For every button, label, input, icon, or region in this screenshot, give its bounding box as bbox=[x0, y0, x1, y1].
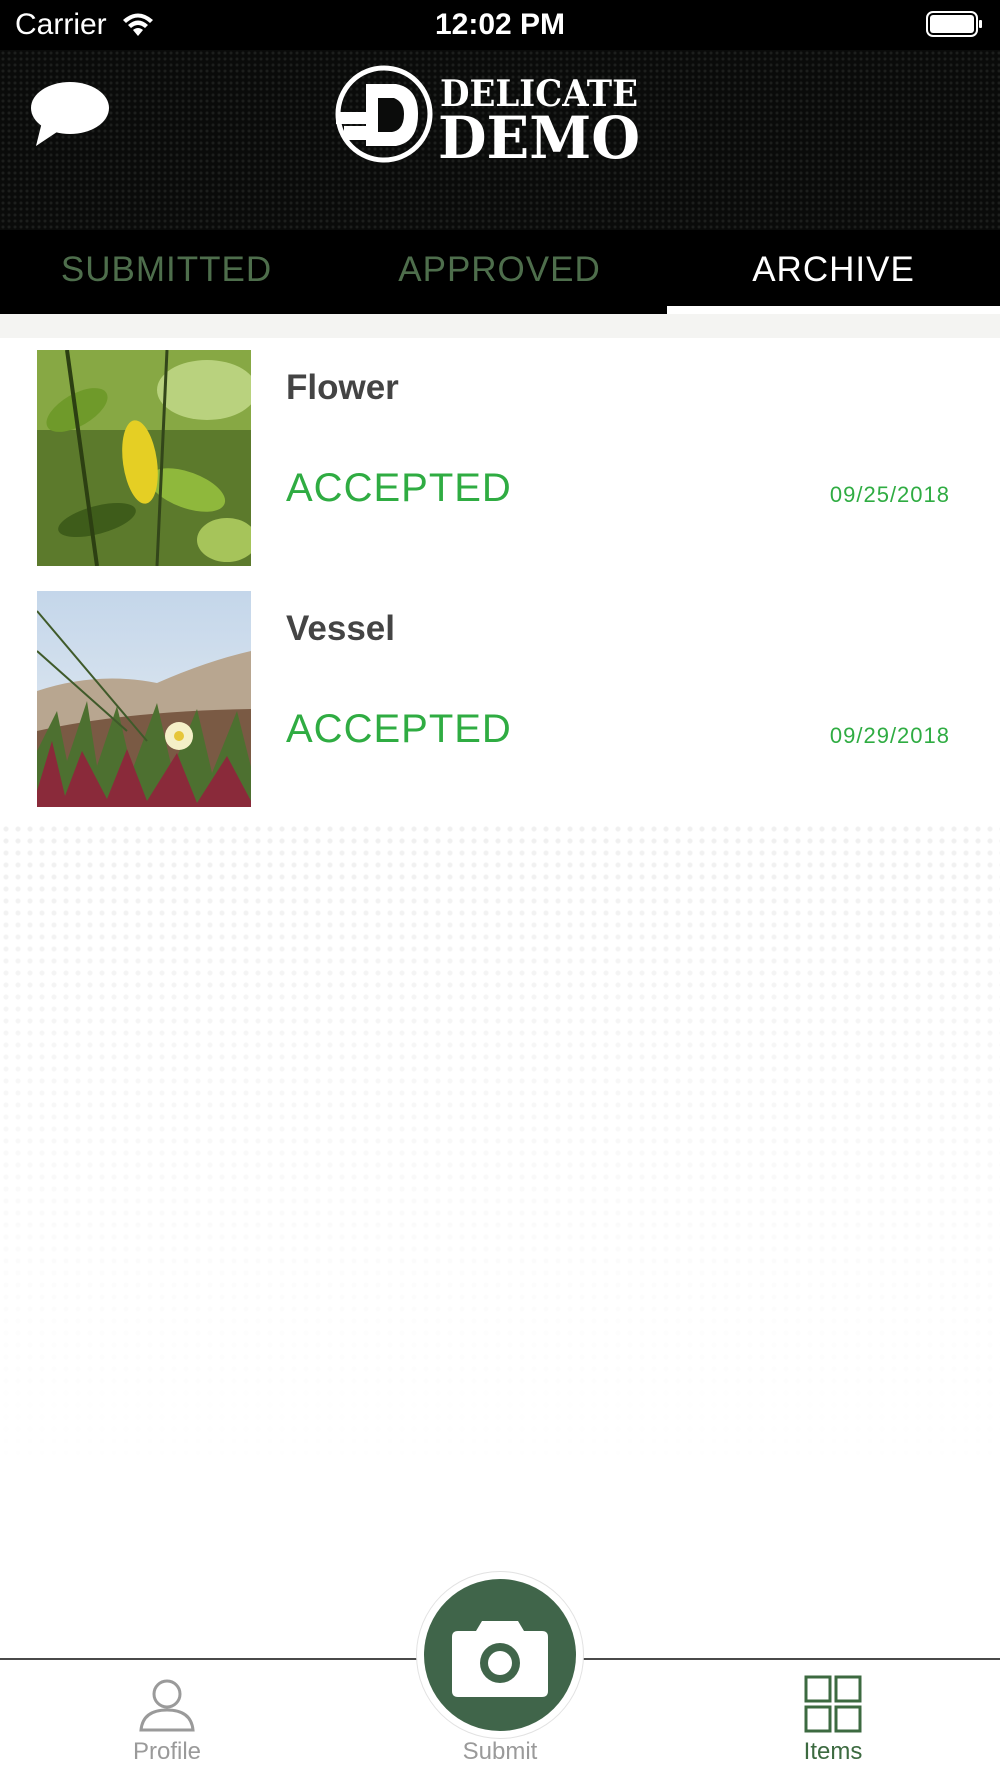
camera-icon bbox=[452, 1621, 548, 1697]
status-bar: Carrier 12:02 PM bbox=[0, 0, 1000, 50]
app-header: DELICATE DEMO bbox=[0, 50, 1000, 230]
item-title: Vessel bbox=[286, 609, 395, 648]
segment-tabs: SUBMITTED APPROVED ARCHIVE bbox=[0, 230, 1000, 314]
active-tab-indicator bbox=[667, 306, 1000, 314]
app-screen: Carrier 12:02 PM DELICATE DEMO SUBMITTED… bbox=[0, 0, 1000, 1778]
item-title: Flower bbox=[286, 368, 399, 407]
list-item[interactable]: Flower ACCEPTED 09/25/2018 bbox=[0, 338, 1000, 578]
item-status: ACCEPTED bbox=[286, 707, 512, 751]
chat-bubble-icon[interactable] bbox=[28, 78, 112, 148]
empty-list-area bbox=[0, 823, 1000, 1658]
delicate-demo-logo: DELICATE DEMO bbox=[335, 65, 640, 164]
item-status: ACCEPTED bbox=[286, 466, 512, 510]
status-time: 12:02 PM bbox=[434, 8, 566, 41]
item-date: 09/25/2018 bbox=[829, 482, 950, 507]
list-divider bbox=[0, 314, 1000, 338]
grid-icon bbox=[804, 1675, 862, 1733]
person-icon bbox=[139, 1679, 195, 1732]
leaves-photo bbox=[37, 350, 251, 566]
item-date: 09/29/2018 bbox=[829, 723, 950, 748]
item-thumbnail bbox=[37, 350, 251, 566]
tab-items[interactable]: Items bbox=[733, 1674, 933, 1778]
list-item[interactable]: Vessel ACCEPTED 09/29/2018 bbox=[0, 579, 1000, 819]
battery-icon bbox=[926, 11, 982, 37]
tab-submitted[interactable]: SUBMITTED bbox=[0, 230, 333, 308]
dune-flower-photo bbox=[37, 591, 251, 807]
submit-camera-button[interactable] bbox=[424, 1579, 576, 1731]
tab-profile[interactable]: Profile bbox=[67, 1674, 267, 1778]
tab-profile-label: Profile bbox=[132, 1738, 202, 1765]
tab-approved[interactable]: APPROVED bbox=[333, 230, 666, 308]
items-list: Flower ACCEPTED 09/25/2018 Vessel ACCEPT… bbox=[0, 338, 1000, 823]
tab-archive[interactable]: ARCHIVE bbox=[667, 230, 1000, 308]
tab-items-label: Items bbox=[803, 1738, 863, 1765]
logo-line-2: DEMO bbox=[438, 104, 640, 164]
item-thumbnail bbox=[37, 591, 251, 807]
tab-submit-label: Submit bbox=[462, 1738, 538, 1765]
